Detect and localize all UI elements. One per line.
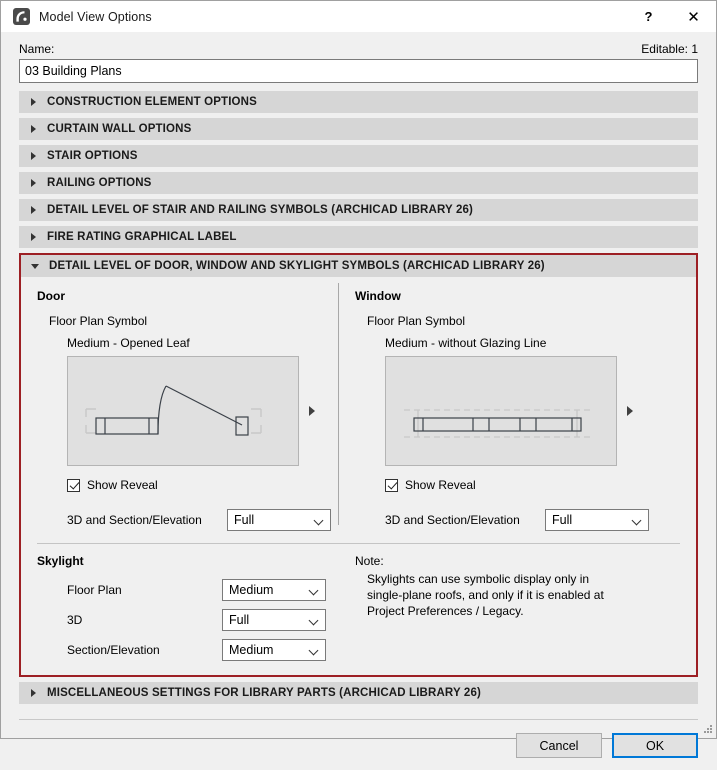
section-header-railing-options[interactable]: RAILING OPTIONS [19,172,698,194]
archicad-logo-icon [13,8,30,25]
window-3d-section-value: Full [552,513,573,527]
window-3d-section-dropdown[interactable]: Full [545,509,649,531]
name-label: Name: [19,42,55,56]
highlighted-section-outline: DETAIL LEVEL OF DOOR, WINDOW AND SKYLIGH… [19,253,698,677]
chevron-down-icon [309,644,321,656]
chevron-right-icon [29,151,39,161]
door-next-arrow-icon[interactable] [305,404,319,418]
dialog-footer: Cancel OK [1,709,716,770]
door-preview-row [67,356,339,466]
name-row: Name: Editable: 1 [10,32,707,59]
skylight-floor-plan-row: Floor Plan Medium [67,579,339,601]
section-header-curtain-wall-options[interactable]: CURTAIN WALL OPTIONS [19,118,698,140]
skylight-floor-plan-dropdown[interactable]: Medium [222,579,326,601]
window-floor-plan-symbol-label: Floor Plan Symbol [367,314,466,328]
section-label: CURTAIN WALL OPTIONS [47,123,192,135]
chevron-right-icon [29,205,39,215]
chevron-down-icon [31,261,41,271]
skylight-section-elevation-label: Section/Elevation [67,643,160,657]
section-header-stair-options[interactable]: STAIR OPTIONS [19,145,698,167]
skylight-3d-dropdown[interactable]: Full [222,609,326,631]
window-title: Model View Options [39,9,152,24]
door-group-title: Door [37,289,65,303]
door-show-reveal-checkbox[interactable] [67,478,80,492]
help-icon[interactable]: ? [626,1,671,32]
window-show-reveal-row[interactable]: Show Reveal [385,478,696,492]
section-header-miscellaneous-settings[interactable]: MISCELLANEOUS SETTINGS FOR LIBRARY PARTS… [19,682,698,704]
skylight-floor-plan-label: Floor Plan [67,583,122,597]
skylight-group-title: Skylight [37,554,84,568]
door-3d-section-dropdown[interactable]: Full [227,509,331,531]
window-preview-row [385,356,696,466]
door-window-columns: Door Floor Plan Symbol Medium - Opened L… [21,277,696,531]
skylight-column: Skylight Floor Plan Medium 3D Full Secti… [21,554,339,661]
skylight-floor-plan-value: Medium [229,583,274,597]
door-symbol-preview[interactable] [67,356,299,466]
section-list: CONSTRUCTION ELEMENT OPTIONS CURTAIN WAL… [10,91,707,704]
window-show-reveal-checkbox[interactable] [385,478,398,492]
chevron-down-icon [309,584,321,596]
chevron-right-icon [29,97,39,107]
door-column: Door Floor Plan Symbol Medium - Opened L… [21,277,339,531]
title-bar: Model View Options ? ✕ [1,1,716,32]
window-preset-label: Medium - without Glazing Line [385,336,547,350]
section-label: MISCELLANEOUS SETTINGS FOR LIBRARY PARTS… [47,687,481,699]
door-3d-section-row: 3D and Section/Elevation Full [67,509,339,531]
window-group-title: Window [355,289,401,303]
chevron-right-icon [29,124,39,134]
chevron-down-icon [632,514,644,526]
model-view-options-dialog: Model View Options ? ✕ Name: Editable: 1… [0,0,717,758]
section-label: RAILING OPTIONS [47,177,152,189]
note-text: Skylights can use symbolic display only … [367,572,604,618]
note-title: Note: [355,554,384,568]
cancel-button[interactable]: Cancel [516,733,602,758]
chevron-right-icon [29,688,39,698]
section-header-detail-level-stair-railing[interactable]: DETAIL LEVEL OF STAIR AND RAILING SYMBOL… [19,199,698,221]
skylight-3d-label: 3D [67,613,83,627]
door-3d-section-value: Full [234,513,255,527]
section-label: DETAIL LEVEL OF STAIR AND RAILING SYMBOL… [47,204,474,216]
skylight-note-columns: Skylight Floor Plan Medium 3D Full Secti… [21,544,696,675]
dialog-body: Name: Editable: 1 CONSTRUCTION ELEMENT O… [1,32,716,709]
door-preset-label: Medium - Opened Leaf [67,336,190,350]
resize-grip-icon[interactable] [701,723,713,735]
window-3d-section-row: 3D and Section/Elevation Full [385,509,696,531]
door-3d-section-label: 3D and Section/Elevation [67,513,202,527]
door-floor-plan-symbol-label: Floor Plan Symbol [49,314,148,328]
skylight-section-elevation-row: Section/Elevation Medium [67,639,339,661]
titlebar-buttons: ? ✕ [626,1,716,32]
window-symbol-preview[interactable] [385,356,617,466]
chevron-right-icon [29,178,39,188]
ok-button[interactable]: OK [612,733,698,758]
window-show-reveal-label: Show Reveal [405,478,476,492]
section-header-fire-rating-graphical-label[interactable]: FIRE RATING GRAPHICAL LABEL [19,226,698,248]
note-column: Note: Skylights can use symbolic display… [339,554,696,661]
section-header-construction-element-options[interactable]: CONSTRUCTION ELEMENT OPTIONS [19,91,698,113]
section-header-detail-level-door-window-skylight[interactable]: DETAIL LEVEL OF DOOR, WINDOW AND SKYLIGH… [21,255,696,277]
expanded-section-body: Door Floor Plan Symbol Medium - Opened L… [21,277,696,675]
name-input[interactable] [19,59,698,83]
skylight-section-elevation-dropdown[interactable]: Medium [222,639,326,661]
section-label: FIRE RATING GRAPHICAL LABEL [47,231,237,243]
chevron-down-icon [314,514,326,526]
section-label: CONSTRUCTION ELEMENT OPTIONS [47,96,257,108]
window-column: Window Floor Plan Symbol Medium - withou… [339,277,696,531]
footer-button-row: Cancel OK [10,720,707,770]
skylight-section-elevation-value: Medium [229,643,274,657]
editable-count-label: Editable: 1 [641,42,698,56]
section-label: STAIR OPTIONS [47,150,138,162]
section-label: DETAIL LEVEL OF DOOR, WINDOW AND SKYLIGH… [49,260,545,272]
window-next-arrow-icon[interactable] [623,404,637,418]
skylight-3d-row: 3D Full [67,609,339,631]
chevron-down-icon [309,614,321,626]
window-3d-section-label: 3D and Section/Elevation [385,513,520,527]
door-show-reveal-label: Show Reveal [87,478,158,492]
door-show-reveal-row[interactable]: Show Reveal [67,478,339,492]
skylight-3d-value: Full [229,613,250,627]
chevron-right-icon [29,232,39,242]
close-icon[interactable]: ✕ [671,1,716,32]
